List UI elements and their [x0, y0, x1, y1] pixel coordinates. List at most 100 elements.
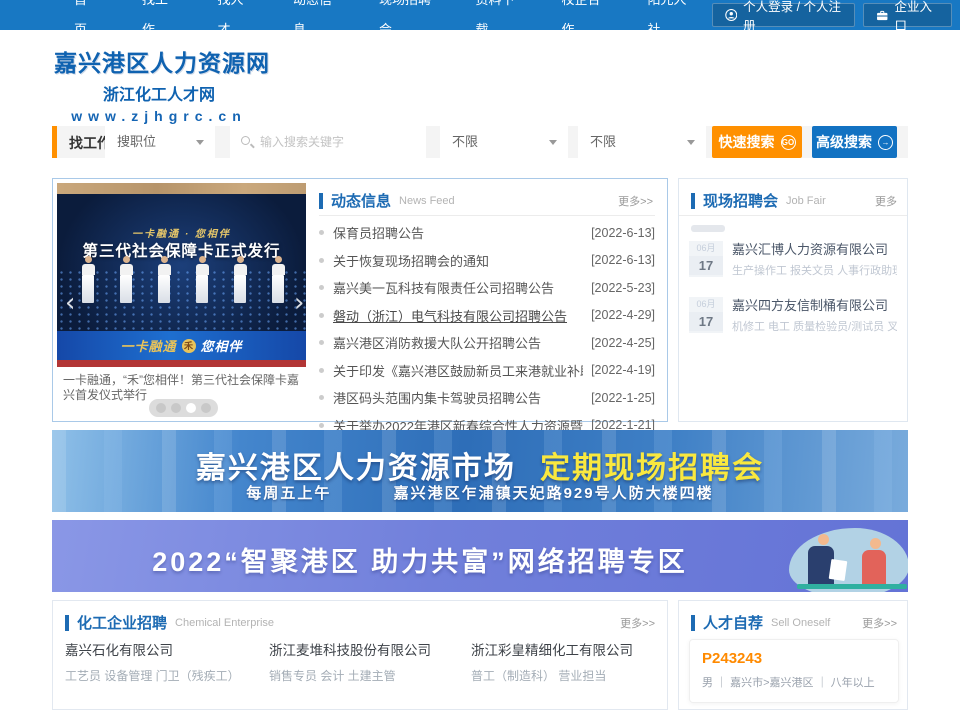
news-item-date: [2022-5-23]: [591, 281, 655, 295]
search-filter2-select[interactable]: 不限: [578, 126, 706, 158]
site-title: 嘉兴港区人力资源网: [54, 44, 264, 78]
news-item[interactable]: 关于恢复现场招聘会的通知 [2022-6-13]: [319, 247, 655, 275]
talent-card-id: P243243: [702, 650, 762, 667]
nav-item-find-job[interactable]: 找工作: [120, 0, 196, 45]
news-item-title: 港区码头范围内集卡驾驶员招聘公告: [333, 388, 583, 407]
hr-market-banner[interactable]: 嘉兴港区人力资源市场 定期现场招聘会 每周五上午 嘉兴港区乍浦镇天妃路929号人…: [52, 430, 908, 512]
talent-header: 人才自荐 Sell Oneself: [691, 612, 830, 633]
advanced-search-button[interactable]: 高级搜索 →: [812, 126, 897, 158]
company-name: 浙江麦堆科技股份有限公司: [269, 639, 464, 659]
job-fair-item-text: 嘉兴四方友信制桶有限公司 机修工 电工 质量检验员/测试员 叉车...: [732, 297, 897, 334]
nav-links: 首 页 找工作 找人才 动态信息 现场招聘会 资料下载 校企合作 阳光人社: [52, 0, 712, 45]
carousel-dot-1[interactable]: [156, 403, 166, 413]
carousel-slide[interactable]: 一卡融通 · 您相伴 第三代社会保障卡正式发行 一卡融通 禾 您相伴 ‹ ›: [57, 183, 306, 367]
nav-item-downloads[interactable]: 资料下载: [454, 0, 540, 45]
nav-item-find-talent[interactable]: 找人才: [195, 0, 271, 45]
job-fair-company: 嘉兴四方友信制桶有限公司: [732, 297, 897, 314]
slide-red-carpet: [57, 360, 306, 367]
arrow-right-circle-icon: →: [878, 135, 893, 150]
news-feed-section: 动态信息 News Feed 更多>> 保育员招聘公告 [2022-6-13] …: [319, 179, 655, 423]
job-fair-item[interactable]: 06月 17 嘉兴汇博人力资源有限公司 生产操作工 报关文员 人事行政助理...: [689, 241, 899, 278]
chemical-subtitle-en: Chemical Enterprise: [175, 617, 274, 629]
news-more-link[interactable]: 更多>>: [618, 193, 653, 209]
job-fair-more-link[interactable]: 更多: [875, 193, 897, 209]
talent-subtitle-en: Sell Oneself: [771, 617, 830, 629]
chemical-more-link[interactable]: 更多>>: [620, 615, 655, 631]
news-item-date: [2022-1-25]: [591, 391, 655, 405]
news-item[interactable]: 嘉兴美一瓦科技有限责任公司招聘公告 [2022-5-23]: [319, 274, 655, 302]
nav-item-job-fair[interactable]: 现场招聘会: [357, 0, 454, 45]
search-filter1-value: 不限: [452, 134, 478, 149]
top-nav: 首 页 找工作 找人才 动态信息 现场招聘会 资料下载 校企合作 阳光人社 个人…: [0, 0, 960, 30]
job-fair-item[interactable]: 06月 17 嘉兴四方友信制桶有限公司 机修工 电工 质量检验员/测试员 叉车.…: [689, 297, 899, 334]
bullet-icon: [319, 395, 324, 400]
banner-schedule: 每周五上午: [246, 485, 331, 502]
job-fair-subtitle-en: Job Fair: [786, 195, 826, 207]
news-item[interactable]: 关于印发《嘉兴港区鼓励新员工来港就业补助操作... [2022-4-19]: [319, 357, 655, 385]
header-accent-bar: [65, 615, 69, 631]
nav-item-sunshine-hr[interactable]: 阳光人社: [626, 0, 712, 45]
company-item[interactable]: 嘉兴石化有限公司 工艺员 设备管理 门卫（残疾工）: [65, 639, 260, 684]
talent-card[interactable]: P243243 男 ｜ 嘉兴市>嘉兴港区 ｜ 八年以上: [689, 639, 899, 703]
bullet-icon: [319, 368, 324, 373]
news-item-date: [2022-4-25]: [591, 336, 655, 350]
talent-more-link[interactable]: 更多>>: [862, 615, 897, 631]
site-url: www.zjhgrc.cn: [54, 108, 264, 124]
briefcase-icon: [876, 9, 888, 22]
carousel-prev-arrow[interactable]: ‹: [65, 293, 75, 313]
carousel-next-arrow[interactable]: ›: [294, 293, 304, 313]
news-list: 保育员招聘公告 [2022-6-13] 关于恢复现场招聘会的通知 [2022-6…: [319, 219, 655, 439]
news-item[interactable]: 保育员招聘公告 [2022-6-13]: [319, 219, 655, 247]
company-item[interactable]: 浙江麦堆科技股份有限公司 销售专员 会计 土建主管: [269, 639, 464, 684]
quick-search-button[interactable]: 快速搜索 GO: [712, 126, 802, 158]
online-banner-title: 2022“智聚港区 助力共富”网络招聘专区: [70, 540, 770, 579]
banner-title-white: 嘉兴港区人力资源市场: [196, 452, 516, 485]
search-filter1-select[interactable]: 不限: [440, 126, 568, 158]
search-input[interactable]: [230, 126, 426, 158]
search-category-select[interactable]: 搜职位: [105, 126, 215, 158]
company-name: 浙江彩皇精细化工有限公司: [471, 639, 666, 659]
site-logo[interactable]: 嘉兴港区人力资源网 浙江化工人才网 www.zjhgrc.cn: [54, 44, 264, 124]
company-jobs: 工艺员 设备管理 门卫（残疾工）: [65, 667, 260, 684]
company-jobs: 普工（制造科） 营业担当: [471, 667, 666, 684]
news-item[interactable]: 港区码头范围内集卡驾驶员招聘公告 [2022-1-25]: [319, 384, 655, 412]
news-item-date: [2022-6-13]: [591, 253, 655, 267]
news-subtitle-en: News Feed: [399, 195, 455, 207]
date-badge: 06月 17: [689, 297, 723, 333]
personal-login-label: 个人登录 / 个人注册: [743, 0, 842, 34]
bullet-icon: [319, 230, 324, 235]
advanced-search-label: 高级搜索: [816, 132, 872, 152]
header-accent-bar: [691, 615, 695, 631]
carousel-dot-2[interactable]: [171, 403, 181, 413]
search-accent-bar: [52, 126, 57, 158]
carousel-dot-4[interactable]: [201, 403, 211, 413]
illustration-paper: [829, 559, 848, 581]
header-accent-bar: [691, 193, 695, 209]
news-item[interactable]: 嘉兴港区消防救援大队公开招聘公告 [2022-4-25]: [319, 329, 655, 357]
date-badge-month: 06月: [689, 297, 723, 312]
talent-title: 人才自荐: [703, 612, 763, 633]
company-jobs: 销售专员 会计 土建主管: [269, 667, 464, 684]
news-item-title: 关于恢复现场招聘会的通知: [333, 251, 583, 270]
enterprise-entry-button[interactable]: 企业入口: [863, 3, 952, 27]
news-item-hovered[interactable]: 磐动（浙江）电气科技有限公司招聘公告 [2022-4-29]: [319, 302, 655, 330]
news-header-divider: [319, 215, 655, 216]
search-bar: 找工作 搜职位 不限 不限 快速搜索 GO 高级搜索 →: [52, 126, 908, 158]
header-accent-bar: [319, 193, 323, 209]
nav-item-school-cooperation[interactable]: 校企合作: [540, 0, 626, 45]
nav-item-home[interactable]: 首 页: [52, 0, 120, 45]
company-item[interactable]: 浙江彩皇精细化工有限公司 普工（制造科） 营业担当: [471, 639, 666, 684]
nav-item-news[interactable]: 动态信息: [271, 0, 357, 45]
personal-login-button[interactable]: 个人登录 / 个人注册: [712, 3, 855, 27]
slide-bottom-band: 一卡融通 禾 您相伴: [57, 331, 306, 360]
talent-card-info: 男 ｜ 嘉兴市>嘉兴港区 ｜ 八年以上: [702, 674, 875, 690]
carousel-news-panel: 一卡融通 · 您相伴 第三代社会保障卡正式发行 一卡融通 禾 您相伴 ‹ › 一…: [52, 178, 668, 422]
news-item-date: [2022-6-13]: [591, 226, 655, 240]
job-fair-jobs: 生产操作工 报关文员 人事行政助理...: [732, 262, 897, 278]
job-fair-header-divider: [679, 215, 907, 216]
online-recruit-banner[interactable]: 2022“智聚港区 助力共富”网络招聘专区: [52, 520, 908, 592]
carousel-dot-3-active[interactable]: [186, 403, 196, 413]
job-fair-header: 现场招聘会 Job Fair: [691, 190, 826, 211]
slide-overline-text: 一卡融通 · 您相伴: [57, 225, 306, 240]
chemical-title: 化工企业招聘: [77, 612, 167, 633]
